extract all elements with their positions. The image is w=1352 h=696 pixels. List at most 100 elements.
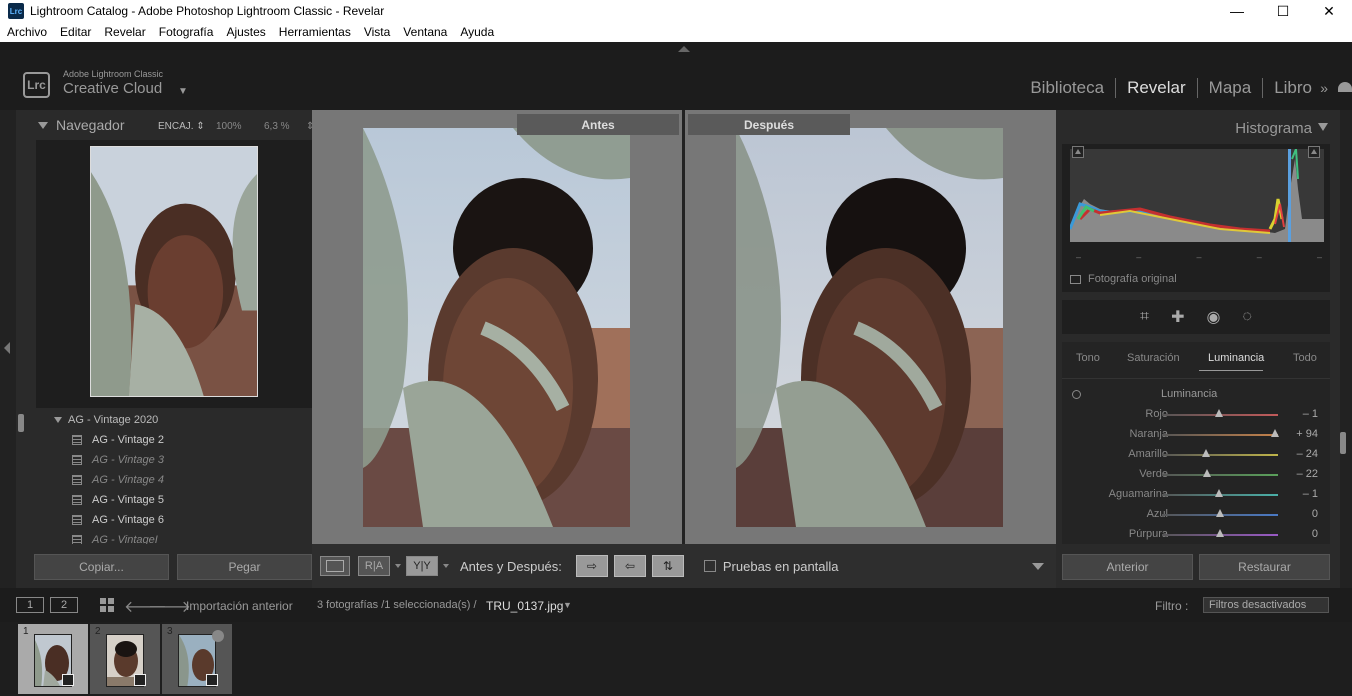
preset-item[interactable]: AG - Vintage 2 <box>72 434 164 446</box>
healing-tool-icon[interactable]: ✚ <box>1171 307 1184 327</box>
slider-value[interactable]: – 24 <box>1297 448 1318 460</box>
tab-todo[interactable]: Todo <box>1293 352 1317 364</box>
filmstrip-cell[interactable]: 2 <box>90 624 160 694</box>
highlight-clipping-icon[interactable] <box>1308 146 1320 158</box>
module-revelar[interactable]: Revelar <box>1127 78 1186 98</box>
tab-tono[interactable]: Tono <box>1076 352 1100 364</box>
source-label[interactable]: Importación anterior <box>186 599 293 613</box>
tab-luminancia[interactable]: Luminancia <box>1208 352 1264 364</box>
previous-button[interactable]: Anterior <box>1062 554 1193 580</box>
copy-before-to-after-button[interactable]: ⇨ <box>575 555 608 577</box>
slider-azul[interactable]: Azul 0 <box>1062 506 1330 524</box>
shadow-clipping-icon[interactable] <box>1072 146 1084 158</box>
filter-select[interactable]: Filtros desactivados <box>1203 597 1329 613</box>
right-panel-scrollbar[interactable] <box>1340 432 1346 454</box>
crop-tool-icon[interactable]: ⌗ <box>1140 308 1149 326</box>
module-mapa[interactable]: Mapa <box>1209 78 1252 98</box>
reset-button[interactable]: Restaurar <box>1199 554 1330 580</box>
menu-ajustes[interactable]: Ajustes <box>226 25 265 39</box>
slider-thumb[interactable] <box>1215 489 1224 497</box>
secondary-window-button[interactable]: 2 <box>50 597 78 613</box>
collapse-top-panel-icon[interactable] <box>678 46 690 52</box>
slider-track[interactable] <box>1162 474 1278 476</box>
zoom-percent-option[interactable]: 6,3 % <box>264 121 290 132</box>
slider-thumb[interactable] <box>1215 409 1224 417</box>
menu-editar[interactable]: Editar <box>60 25 91 39</box>
copy-button[interactable]: Copiar... <box>34 554 169 580</box>
slider-amarillo[interactable]: Amarillo – 24 <box>1062 446 1330 464</box>
chevron-down-icon[interactable] <box>395 564 401 568</box>
swap-before-after-button[interactable]: ⇅ <box>651 555 684 577</box>
module-biblioteca[interactable]: Biblioteca <box>1030 78 1104 98</box>
chevron-down-icon[interactable] <box>443 564 449 568</box>
main-window-button[interactable]: 1 <box>16 597 44 613</box>
close-icon[interactable]: ✕ <box>1306 0 1352 22</box>
soft-proof-checkbox[interactable] <box>703 560 716 572</box>
filmstrip-cell[interactable]: 3 <box>162 624 232 694</box>
menu-revelar[interactable]: Revelar <box>104 25 145 39</box>
left-panel-edge[interactable] <box>0 110 16 588</box>
filmstrip-cell[interactable]: 1 <box>18 624 88 694</box>
grid-view-icon[interactable] <box>100 598 114 612</box>
slider-rojo[interactable]: Rojo – 1 <box>1062 406 1330 424</box>
preset-item[interactable]: AG - Vintage 3 <box>72 454 164 466</box>
more-modules-icon[interactable]: » <box>1320 80 1328 96</box>
left-panel-scrollbar[interactable] <box>18 414 24 432</box>
before-after-yy-button[interactable]: Y|Y <box>406 556 438 576</box>
forward-arrow-icon[interactable]: 🡒 <box>148 596 191 617</box>
expand-triangle-icon[interactable] <box>54 417 62 423</box>
slider-value[interactable]: 0 <box>1312 528 1318 540</box>
filename-label[interactable]: TRU_0137.jpg <box>486 599 563 613</box>
menu-herramientas[interactable]: Herramientas <box>279 25 351 39</box>
menu-vista[interactable]: Vista <box>364 25 390 39</box>
preset-item[interactable]: AG - Vintage 5 <box>72 494 164 506</box>
histogram-graph[interactable] <box>1068 148 1324 242</box>
tab-saturacion[interactable]: Saturación <box>1127 352 1180 364</box>
slider-track[interactable] <box>1162 454 1278 456</box>
chevron-down-icon[interactable]: ▼ <box>178 86 188 97</box>
red-eye-tool-icon[interactable]: ◉ <box>1206 307 1220 327</box>
slider-verde[interactable]: Verde – 22 <box>1062 466 1330 484</box>
slider-value[interactable]: – 1 <box>1303 488 1318 500</box>
zoom-fit-option[interactable]: ENCAJ. ⇕ <box>158 121 205 132</box>
right-panel-edge[interactable] <box>1340 110 1352 588</box>
slider-thumb[interactable] <box>1270 429 1279 437</box>
cloud-icon[interactable] <box>1338 82 1352 92</box>
after-photo[interactable] <box>736 128 1003 527</box>
histogram-header[interactable]: Histograma <box>1056 110 1340 144</box>
preset-item[interactable]: AG - Vintage 4 <box>72 474 164 486</box>
zoom-100-option[interactable]: 100% <box>216 121 242 132</box>
slider-thumb[interactable] <box>1216 509 1224 517</box>
slider-value[interactable]: – 22 <box>1297 468 1318 480</box>
collapse-triangle-icon[interactable] <box>38 121 48 129</box>
preset-item[interactable]: AG - Vintage 6 <box>72 514 164 526</box>
original-photo-checkbox[interactable] <box>1070 274 1081 284</box>
menu-ayuda[interactable]: Ayuda <box>460 25 494 39</box>
menu-archivo[interactable]: Archivo <box>7 25 47 39</box>
slider-thumb[interactable] <box>1202 449 1211 457</box>
slider-value[interactable]: + 94 <box>1296 428 1318 440</box>
collapse-left-panel-icon[interactable] <box>4 342 10 354</box>
brand-title[interactable]: Creative Cloud <box>63 80 162 97</box>
toolbar-menu-icon[interactable] <box>1032 563 1044 570</box>
module-libro[interactable]: Libro <box>1274 78 1312 98</box>
menu-ventana[interactable]: Ventana <box>403 25 447 39</box>
menu-fotografia[interactable]: Fotografía <box>159 25 214 39</box>
slider-value[interactable]: 0 <box>1312 508 1318 520</box>
slider-aguamarina[interactable]: Aguamarina – 1 <box>1062 486 1330 504</box>
navigator-header[interactable]: Navegador ENCAJ. ⇕ 100% 6,3 % ⇕ <box>16 110 314 140</box>
masking-tool-icon[interactable]: ◌ <box>1242 308 1252 326</box>
slider-track[interactable] <box>1162 434 1278 436</box>
maximize-icon[interactable]: ☐ <box>1260 0 1306 22</box>
navigator-preview[interactable] <box>36 140 312 408</box>
original-photo-toggle[interactable]: Fotografía original <box>1070 273 1177 285</box>
slider-naranja[interactable]: Naranja + 94 <box>1062 426 1330 444</box>
chevron-down-icon[interactable]: ▼ <box>563 600 572 610</box>
navigator-thumbnail[interactable] <box>90 146 258 397</box>
slider-thumb[interactable] <box>1216 529 1224 537</box>
copy-after-to-before-button[interactable]: ⇦ <box>613 555 646 577</box>
targeted-adjustment-icon[interactable] <box>1072 390 1081 399</box>
slider-thumb[interactable] <box>1203 469 1212 477</box>
loupe-view-button[interactable] <box>320 556 350 576</box>
preset-item[interactable]: AG - VintageI <box>72 534 158 544</box>
